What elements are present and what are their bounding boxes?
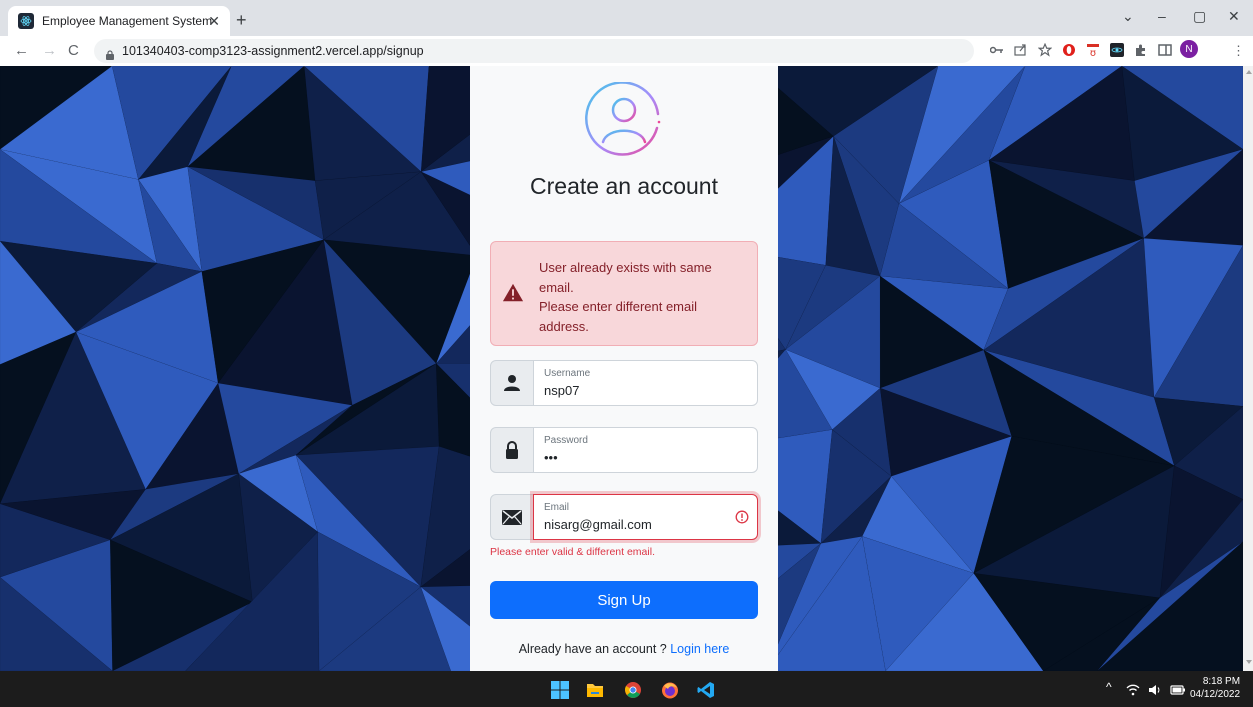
reload-button[interactable]: C [68,42,79,59]
forward-button[interactable]: → [42,42,57,59]
key-icon[interactable] [989,43,1004,58]
react-favicon-icon [18,13,34,29]
login-prompt: Already have an account ? Login here [470,642,778,656]
battery-icon[interactable] [1170,683,1186,697]
back-button[interactable]: ← [14,42,29,59]
email-field[interactable]: Email nisarg@gmail.com [533,494,758,540]
file-explorer-icon[interactable] [586,681,604,699]
react-devtools-icon[interactable] [1110,43,1124,60]
vertical-scrollbar[interactable] [1243,66,1253,671]
password-label: Password [544,435,588,446]
tab-search-chevron-icon[interactable]: ⌄ [1122,8,1134,25]
puzzle-extensions-icon[interactable] [1134,43,1148,60]
alert-line-2: Please enter different email address. [539,299,698,334]
minimize-button[interactable]: – [1158,8,1166,24]
username-input-group: Username nsp07 [490,360,758,408]
vscode-icon[interactable] [697,681,715,699]
address-bar[interactable]: 101340403-comp3123-assignment2.vercel.ap… [94,39,974,63]
restore-button[interactable]: ▢ [1193,8,1206,25]
clock-date: 04/12/2022 [1190,689,1241,700]
firefox-icon[interactable] [661,681,679,699]
volume-icon[interactable] [1148,683,1162,697]
invalid-exclamation-icon [735,510,749,524]
password-field[interactable]: Password ••• [533,427,758,473]
email-value: nisarg@gmail.com [544,517,652,532]
scroll-down-arrow-icon[interactable] [1246,660,1252,664]
kebab-menu-icon[interactable]: ⋮ [1232,43,1245,59]
warning-triangle-icon [502,283,524,302]
chrome-icon[interactable] [624,681,642,699]
email-label: Email [544,502,570,513]
new-tab-button[interactable]: + [236,10,247,31]
bookmark-star-icon[interactable] [1037,42,1053,60]
page-title: Create an account [530,173,718,199]
alert-message: User already exists with same email. Ple… [539,258,744,336]
envelope-icon [490,494,534,540]
username-value: nsp07 [544,383,580,398]
sign-up-button[interactable]: Sign Up [490,581,758,619]
extension-icon-2[interactable]: ʊ [1086,43,1100,60]
alert-line-1: User already exists with same email. [539,260,712,295]
system-clock[interactable]: 8:18 PM 04/12/2022 [1190,675,1240,701]
opera-extension-icon[interactable] [1062,43,1076,60]
user-icon [490,360,534,406]
clock-time: 8:18 PM [1202,676,1241,687]
svg-text:ʊ: ʊ [1090,48,1096,57]
login-link[interactable]: Login here [670,642,729,656]
tab-title: Employee Management System [42,14,213,28]
username-field[interactable]: Username nsp07 [533,360,758,406]
username-label: Username [544,368,591,379]
scroll-up-arrow-icon[interactable] [1246,70,1252,74]
url-text: 101340403-comp3123-assignment2.vercel.ap… [122,44,424,58]
lock-icon [106,47,114,60]
lock-icon [490,427,534,473]
email-invalid-feedback: Please enter valid & different email. [490,546,655,558]
side-panel-icon[interactable] [1158,43,1172,60]
email-input-group: Email nisarg@gmail.com [490,494,758,542]
password-value: ••• [544,450,558,465]
tray-overflow-chevron-icon[interactable]: ^ [1106,680,1112,694]
share-icon[interactable] [1014,43,1027,59]
tab-close-icon[interactable]: ✕ [208,13,220,30]
password-input-group: Password ••• [490,427,758,475]
error-alert: User already exists with same email. Ple… [490,241,758,346]
wifi-icon[interactable] [1126,683,1140,697]
windows-start-icon[interactable] [551,681,569,699]
browser-tab-strip: Employee Management System ✕ + ⌄ – ▢ ✕ [0,0,1253,36]
login-prompt-text: Already have an account ? [518,642,667,656]
profile-avatar[interactable]: N [1180,40,1198,58]
browser-tab[interactable]: Employee Management System ✕ [8,6,230,36]
user-avatar-icon [585,82,661,156]
close-window-button[interactable]: ✕ [1228,8,1240,25]
